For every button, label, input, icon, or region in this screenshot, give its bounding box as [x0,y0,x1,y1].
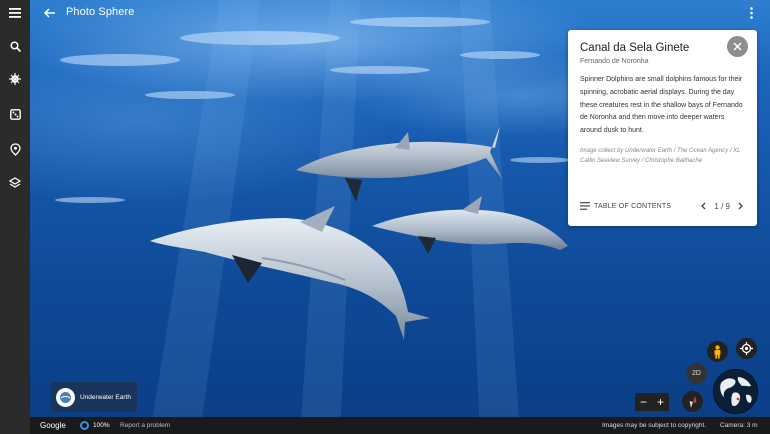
more-options-button[interactable] [744,5,758,21]
pegman-icon [714,344,721,358]
close-icon [733,42,742,51]
more-vert-icon [749,7,753,19]
feeling-lucky-button[interactable] [0,101,30,127]
table-of-contents-button[interactable]: TABLE OF CONTENTS [580,202,671,210]
compass-button[interactable] [682,391,703,412]
compass-icon [689,395,696,408]
contributor-badge[interactable]: Underwater Earth [51,382,137,412]
page-indicator: 1 / 9 [714,201,730,211]
page-title: Photo Sphere [66,6,135,18]
zoom-in-button[interactable]: + [657,396,664,408]
toggle-2d-button[interactable]: 2D [686,363,707,384]
card-title: Canal da Sela Ginete [580,42,690,54]
my-location-button[interactable] [736,338,757,359]
projects-icon [9,142,21,156]
card-description: Spinner Dolphins are small dolphins famo… [580,76,743,135]
contributor-name: Underwater Earth [80,393,131,401]
top-bar: Photo Sphere [30,0,770,26]
zoom-control: − + [635,393,669,411]
loading-percent: 100% [93,422,110,429]
map-style-button[interactable] [0,170,30,196]
copyright-notice: Images may be subject to copyright. [602,422,707,429]
search-button[interactable] [0,33,30,59]
left-rail [0,0,30,434]
close-card-button[interactable] [727,36,748,57]
dice-icon [9,108,21,120]
toc-label: TABLE OF CONTENTS [594,202,672,210]
google-logo: Google [40,421,66,430]
loading-progress-icon [80,421,89,430]
voyager-icon [9,73,21,85]
card-subtitle: Fernando de Noronha [580,58,649,65]
image-credit: Image collect by Underwater Earth / The … [580,148,741,164]
projects-button[interactable] [0,136,30,162]
list-icon [580,202,590,210]
camera-altitude: Camera: 3 m [720,422,758,429]
globe-minimap[interactable] [713,369,758,414]
zoom-out-button[interactable]: − [640,396,647,408]
search-icon [9,40,21,52]
arrow-back-icon [43,8,55,18]
next-page-button[interactable] [736,201,745,211]
chevron-left-icon [701,202,706,210]
menu-icon [9,8,21,18]
contributor-logo-icon [60,391,71,403]
menu-button[interactable] [0,0,30,26]
my-location-icon [740,342,753,355]
report-problem-link[interactable]: Report a problem [120,422,170,429]
globe-icon [713,369,758,414]
card-pager: 1 / 9 [699,201,745,211]
layers-icon [9,177,21,188]
back-button[interactable] [40,4,58,22]
contributor-avatar [56,387,75,407]
info-card: Canal da Sela Ginete Fernando de Noronha… [568,30,757,226]
chevron-right-icon [738,202,743,210]
prev-page-button[interactable] [699,201,708,211]
voyager-button[interactable] [0,66,30,92]
pegman-button[interactable] [707,341,728,362]
status-bar: Google 100% Report a problem Images may … [30,417,770,434]
